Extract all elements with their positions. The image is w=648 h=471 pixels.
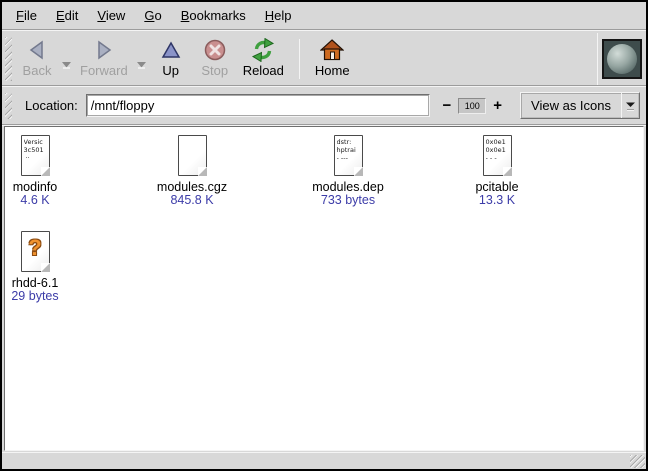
text-file-icon: dstr: hptrai- ---	[334, 135, 363, 176]
file-name: rhdd-6.1	[12, 276, 59, 290]
stop-icon	[203, 37, 227, 63]
file-manager-window: File Edit View Go Bookmarks Help Back Fo…	[0, 0, 648, 471]
file-item-rhdd-6-1[interactable]: ? rhdd-6.1 29 bytes	[4, 228, 85, 303]
file-name: modinfo	[13, 180, 57, 194]
zoom-control: − 100 +	[439, 98, 507, 114]
reload-icon	[251, 37, 275, 63]
zoom-out-button[interactable]: −	[439, 99, 456, 113]
zoom-in-button[interactable]: +	[489, 99, 506, 113]
back-icon	[25, 37, 49, 63]
chevron-down-icon	[136, 61, 147, 69]
stop-button[interactable]: Stop	[193, 33, 237, 85]
status-bar	[2, 452, 646, 469]
zoom-level-indicator[interactable]: 100	[458, 98, 486, 114]
toolbar-drag-handle[interactable]	[5, 37, 12, 81]
forward-icon	[92, 37, 116, 63]
file-icon-view[interactable]: Versic3c501 ·· modinfo 4.6 K modules.cgz…	[4, 126, 644, 451]
home-label: Home	[315, 63, 350, 78]
reload-label: Reload	[243, 63, 284, 78]
resize-grip[interactable]	[630, 455, 645, 468]
file-size: 845.8 K	[170, 194, 213, 207]
file-name: pcitable	[475, 180, 518, 194]
file-size: 733 bytes	[321, 194, 375, 207]
home-button[interactable]: Home	[309, 33, 356, 85]
chevron-down-icon	[61, 61, 72, 69]
archive-file-icon	[178, 135, 207, 176]
up-button[interactable]: Up	[149, 33, 193, 85]
file-item-pcitable[interactable]: 0x0e10x0e1- - - pcitable 13.3 K	[447, 132, 547, 207]
throbber-area	[598, 33, 646, 85]
menu-go[interactable]: Go	[136, 4, 169, 27]
menu-bar: File Edit View Go Bookmarks Help	[2, 2, 646, 29]
dropdown-arrow-icon	[622, 101, 639, 111]
location-input[interactable]	[86, 94, 430, 117]
file-name: modules.cgz	[157, 180, 227, 194]
back-label: Back	[23, 63, 52, 78]
text-file-icon: 0x0e10x0e1- - -	[483, 135, 512, 176]
file-item-modules-dep[interactable]: dstr: hptrai- --- modules.dep 733 bytes	[298, 132, 398, 207]
throbber	[602, 39, 642, 79]
up-label: Up	[162, 63, 179, 78]
view-mode-label: View as Icons	[531, 98, 621, 113]
toolbar-separator	[299, 39, 300, 79]
location-label: Location:	[25, 98, 78, 113]
menu-bookmarks[interactable]: Bookmarks	[173, 4, 254, 27]
menu-edit[interactable]: Edit	[48, 4, 86, 27]
forward-button[interactable]: Forward	[74, 33, 134, 85]
back-history-dropdown[interactable]	[59, 33, 74, 85]
text-file-icon: Versic3c501 ··	[21, 135, 50, 176]
file-size: 29 bytes	[11, 290, 58, 303]
view-mode-dropdown[interactable]: View as Icons	[520, 92, 640, 119]
forward-label: Forward	[80, 63, 128, 78]
reload-button[interactable]: Reload	[237, 33, 290, 85]
throbber-globe-icon	[607, 44, 637, 74]
toolbar: Back Forward Up	[2, 31, 646, 85]
back-button[interactable]: Back	[15, 33, 59, 85]
file-size: 13.3 K	[479, 194, 515, 207]
file-item-modinfo[interactable]: Versic3c501 ·· modinfo 4.6 K	[4, 132, 85, 207]
location-bar: Location: − 100 + View as Icons	[2, 87, 646, 124]
stop-label: Stop	[201, 63, 228, 78]
file-item-modules-cgz[interactable]: modules.cgz 845.8 K	[142, 132, 242, 207]
menu-view[interactable]: View	[89, 4, 133, 27]
forward-history-dropdown[interactable]	[134, 33, 149, 85]
home-icon	[320, 37, 344, 63]
file-size: 4.6 K	[20, 194, 49, 207]
menu-help[interactable]: Help	[257, 4, 300, 27]
menu-file[interactable]: File	[8, 4, 45, 27]
location-bar-drag-handle[interactable]	[5, 93, 12, 119]
file-name: modules.dep	[312, 180, 384, 194]
toolbar-spacer	[356, 33, 597, 85]
up-icon	[159, 37, 183, 63]
unknown-file-icon: ?	[21, 231, 50, 272]
question-mark-glyph: ?	[22, 236, 49, 260]
